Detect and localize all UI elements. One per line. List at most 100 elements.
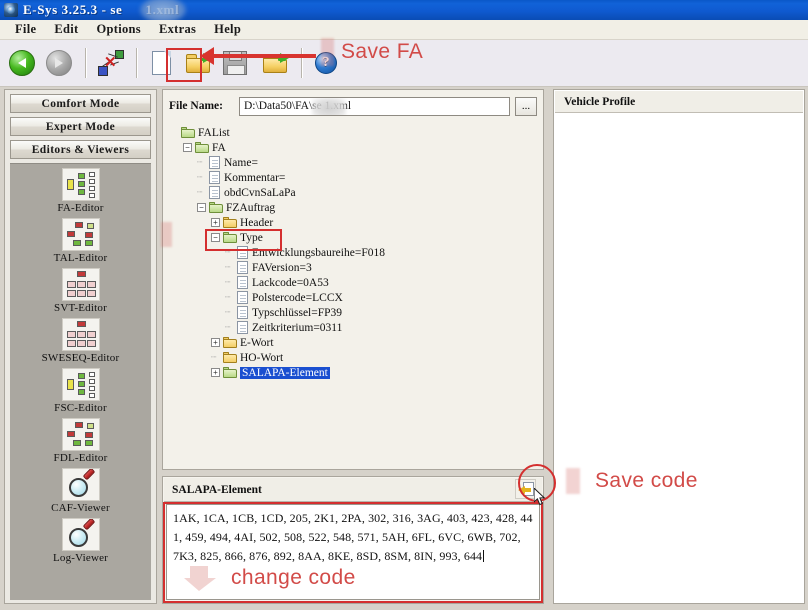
sidebar-item-tal-editor[interactable]: TAL-Editor bbox=[10, 214, 151, 264]
file-name-label: File Name: bbox=[169, 100, 239, 112]
document-icon bbox=[237, 276, 248, 289]
new-file-button[interactable] bbox=[144, 46, 178, 80]
salapa-element-title: SALAPA-Element bbox=[164, 478, 542, 502]
code-line: 7K3, 825, 866, 876, 892, 8AA, 8KE, 8SD, … bbox=[173, 547, 533, 566]
expand-icon[interactable]: + bbox=[211, 338, 220, 347]
save-fa-arrow-head bbox=[200, 47, 214, 65]
editors-viewers-button[interactable]: Editors & Viewers bbox=[10, 140, 151, 159]
tree-node[interactable]: ┈Polstercode=LCCX bbox=[165, 290, 541, 305]
toolbar-separator-1 bbox=[85, 48, 87, 78]
tree-node[interactable]: ┈Entwicklungsbaureihe=F018 bbox=[165, 245, 541, 260]
code-line: 1, 459, 494, 4AI, 502, 508, 522, 548, 57… bbox=[173, 528, 533, 547]
svt-editor-tree-icon bbox=[62, 268, 100, 301]
document-icon bbox=[209, 186, 220, 199]
sidebar-item-label: FA-Editor bbox=[10, 202, 151, 214]
tree-connector-line: ┈ bbox=[225, 322, 234, 333]
save-fa-arrow-line bbox=[212, 54, 316, 58]
tree-node[interactable]: +Header bbox=[165, 215, 541, 230]
sidebar-item-caf-viewer[interactable]: CAF-Viewer bbox=[10, 464, 151, 514]
sidebar-item-label: SVT-Editor bbox=[10, 302, 151, 314]
tree-node[interactable]: −Type bbox=[165, 230, 541, 245]
expand-icon[interactable]: + bbox=[211, 368, 220, 377]
menu-item-options[interactable]: Options bbox=[87, 21, 149, 38]
fa-editor-tree-icon bbox=[62, 168, 100, 201]
document-icon bbox=[237, 321, 248, 334]
document-icon bbox=[209, 156, 220, 169]
connect-button[interactable]: ✕ bbox=[93, 46, 127, 80]
esys-application-window: E-Sys 3.25.3 - se 1.xml File Edit Option… bbox=[0, 0, 808, 610]
tree-node[interactable]: ┈Name= bbox=[165, 155, 541, 170]
fa-editor-panel: File Name: D:\Data50\FA\se 1.xml ... FAL… bbox=[162, 89, 544, 470]
sidebar-item-log-viewer[interactable]: Log-Viewer bbox=[10, 514, 151, 564]
vehicle-profile-panel: Vehicle Profile bbox=[553, 89, 805, 604]
editors-viewers-list: FA-Editor TAL-Editor bbox=[10, 163, 151, 600]
document-icon bbox=[237, 306, 248, 319]
type-node-fade-mark bbox=[161, 222, 172, 247]
menu-item-edit[interactable]: Edit bbox=[45, 21, 87, 38]
tree-connector-line: ┈ bbox=[225, 262, 234, 273]
tal-editor-tree-icon bbox=[62, 218, 100, 251]
save-fa-fade-mark bbox=[321, 38, 334, 66]
browse-button[interactable]: ... bbox=[515, 97, 537, 116]
left-sidebar: Comfort Mode Expert Mode Editors & Viewe… bbox=[4, 89, 157, 604]
esys-app-icon bbox=[4, 3, 18, 17]
back-button[interactable] bbox=[5, 46, 39, 80]
document-icon bbox=[237, 246, 248, 259]
fa-xml-tree[interactable]: FAList−FA┈Name=┈Kommentar=┈obdCvnSaLaPa−… bbox=[165, 122, 541, 467]
sidebar-item-fsc-editor[interactable]: FSC-Editor bbox=[10, 364, 151, 414]
change-code-fade-arrow bbox=[182, 564, 222, 599]
sweseq-editor-tree-icon bbox=[62, 318, 100, 351]
tree-node[interactable]: ┈Lackcode=0A53 bbox=[165, 275, 541, 290]
tree-connector-line: ┈ bbox=[211, 352, 220, 363]
save-code-fade-mark bbox=[566, 468, 580, 494]
menu-item-file[interactable]: File bbox=[6, 21, 45, 38]
file-name-redaction-blur bbox=[312, 98, 346, 116]
fdl-editor-tree-icon bbox=[62, 418, 100, 451]
sidebar-item-fa-editor[interactable]: FA-Editor bbox=[10, 164, 151, 214]
tree-node[interactable]: +SALAPA-Element bbox=[165, 365, 541, 380]
tree-node[interactable]: FAList bbox=[165, 125, 541, 140]
document-icon bbox=[209, 171, 220, 184]
tree-node[interactable]: −FA bbox=[165, 140, 541, 155]
tree-node-label: obdCvnSaLaPa bbox=[224, 187, 296, 199]
folder-green-icon bbox=[181, 127, 195, 138]
sidebar-item-label: CAF-Viewer bbox=[10, 502, 151, 514]
collapse-icon[interactable]: − bbox=[211, 233, 220, 242]
expert-mode-button[interactable]: Expert Mode bbox=[10, 117, 151, 136]
folder-green-icon bbox=[195, 142, 209, 153]
tree-node[interactable]: ┈HO-Wort bbox=[165, 350, 541, 365]
sidebar-item-svt-editor[interactable]: SVT-Editor bbox=[10, 264, 151, 314]
new-document-icon bbox=[152, 51, 171, 75]
tree-node[interactable]: −FZAuftrag bbox=[165, 200, 541, 215]
tree-node[interactable]: ┈Typschlüssel=FP39 bbox=[165, 305, 541, 320]
tree-node-label: FAList bbox=[198, 127, 230, 139]
file-name-input[interactable]: D:\Data50\FA\se 1.xml bbox=[239, 97, 510, 116]
tree-node-label: Zeitkriterium=0311 bbox=[252, 322, 342, 334]
tree-connector-line: ┈ bbox=[197, 187, 206, 198]
tree-node[interactable]: ┈ Zeitkriterium=0311 bbox=[165, 320, 541, 335]
collapse-icon[interactable]: − bbox=[183, 143, 192, 152]
sidebar-item-sweseq-editor[interactable]: SWESEQ-Editor bbox=[10, 314, 151, 364]
folder-green-icon bbox=[223, 232, 237, 243]
tree-node[interactable]: ┈Kommentar= bbox=[165, 170, 541, 185]
forward-button[interactable] bbox=[42, 46, 76, 80]
tree-node-label: E-Wort bbox=[240, 337, 274, 349]
menu-bar: File Edit Options Extras Help bbox=[0, 20, 808, 40]
sidebar-item-fdl-editor[interactable]: FDL-Editor bbox=[10, 414, 151, 464]
tree-connector-line: ┈ bbox=[225, 277, 234, 288]
collapse-icon[interactable]: − bbox=[197, 203, 206, 212]
tree-node[interactable]: ┈ obdCvnSaLaPa bbox=[165, 185, 541, 200]
open-folder2-button[interactable] bbox=[258, 46, 292, 80]
folder-green-icon bbox=[223, 367, 237, 378]
expand-icon[interactable]: + bbox=[211, 218, 220, 227]
tree-connector-line: ┈ bbox=[197, 172, 206, 183]
menu-item-help[interactable]: Help bbox=[205, 21, 250, 38]
tree-node[interactable]: + E-Wort bbox=[165, 335, 541, 350]
menu-item-extras[interactable]: Extras bbox=[150, 21, 205, 38]
tree-node[interactable]: ┈FAVersion=3 bbox=[165, 260, 541, 275]
comfort-mode-button[interactable]: Comfort Mode bbox=[10, 94, 151, 113]
tree-spacer bbox=[169, 128, 178, 137]
text-caret bbox=[483, 550, 484, 562]
tree-connector-line: ┈ bbox=[197, 157, 206, 168]
save-fa-button[interactable] bbox=[218, 46, 252, 80]
